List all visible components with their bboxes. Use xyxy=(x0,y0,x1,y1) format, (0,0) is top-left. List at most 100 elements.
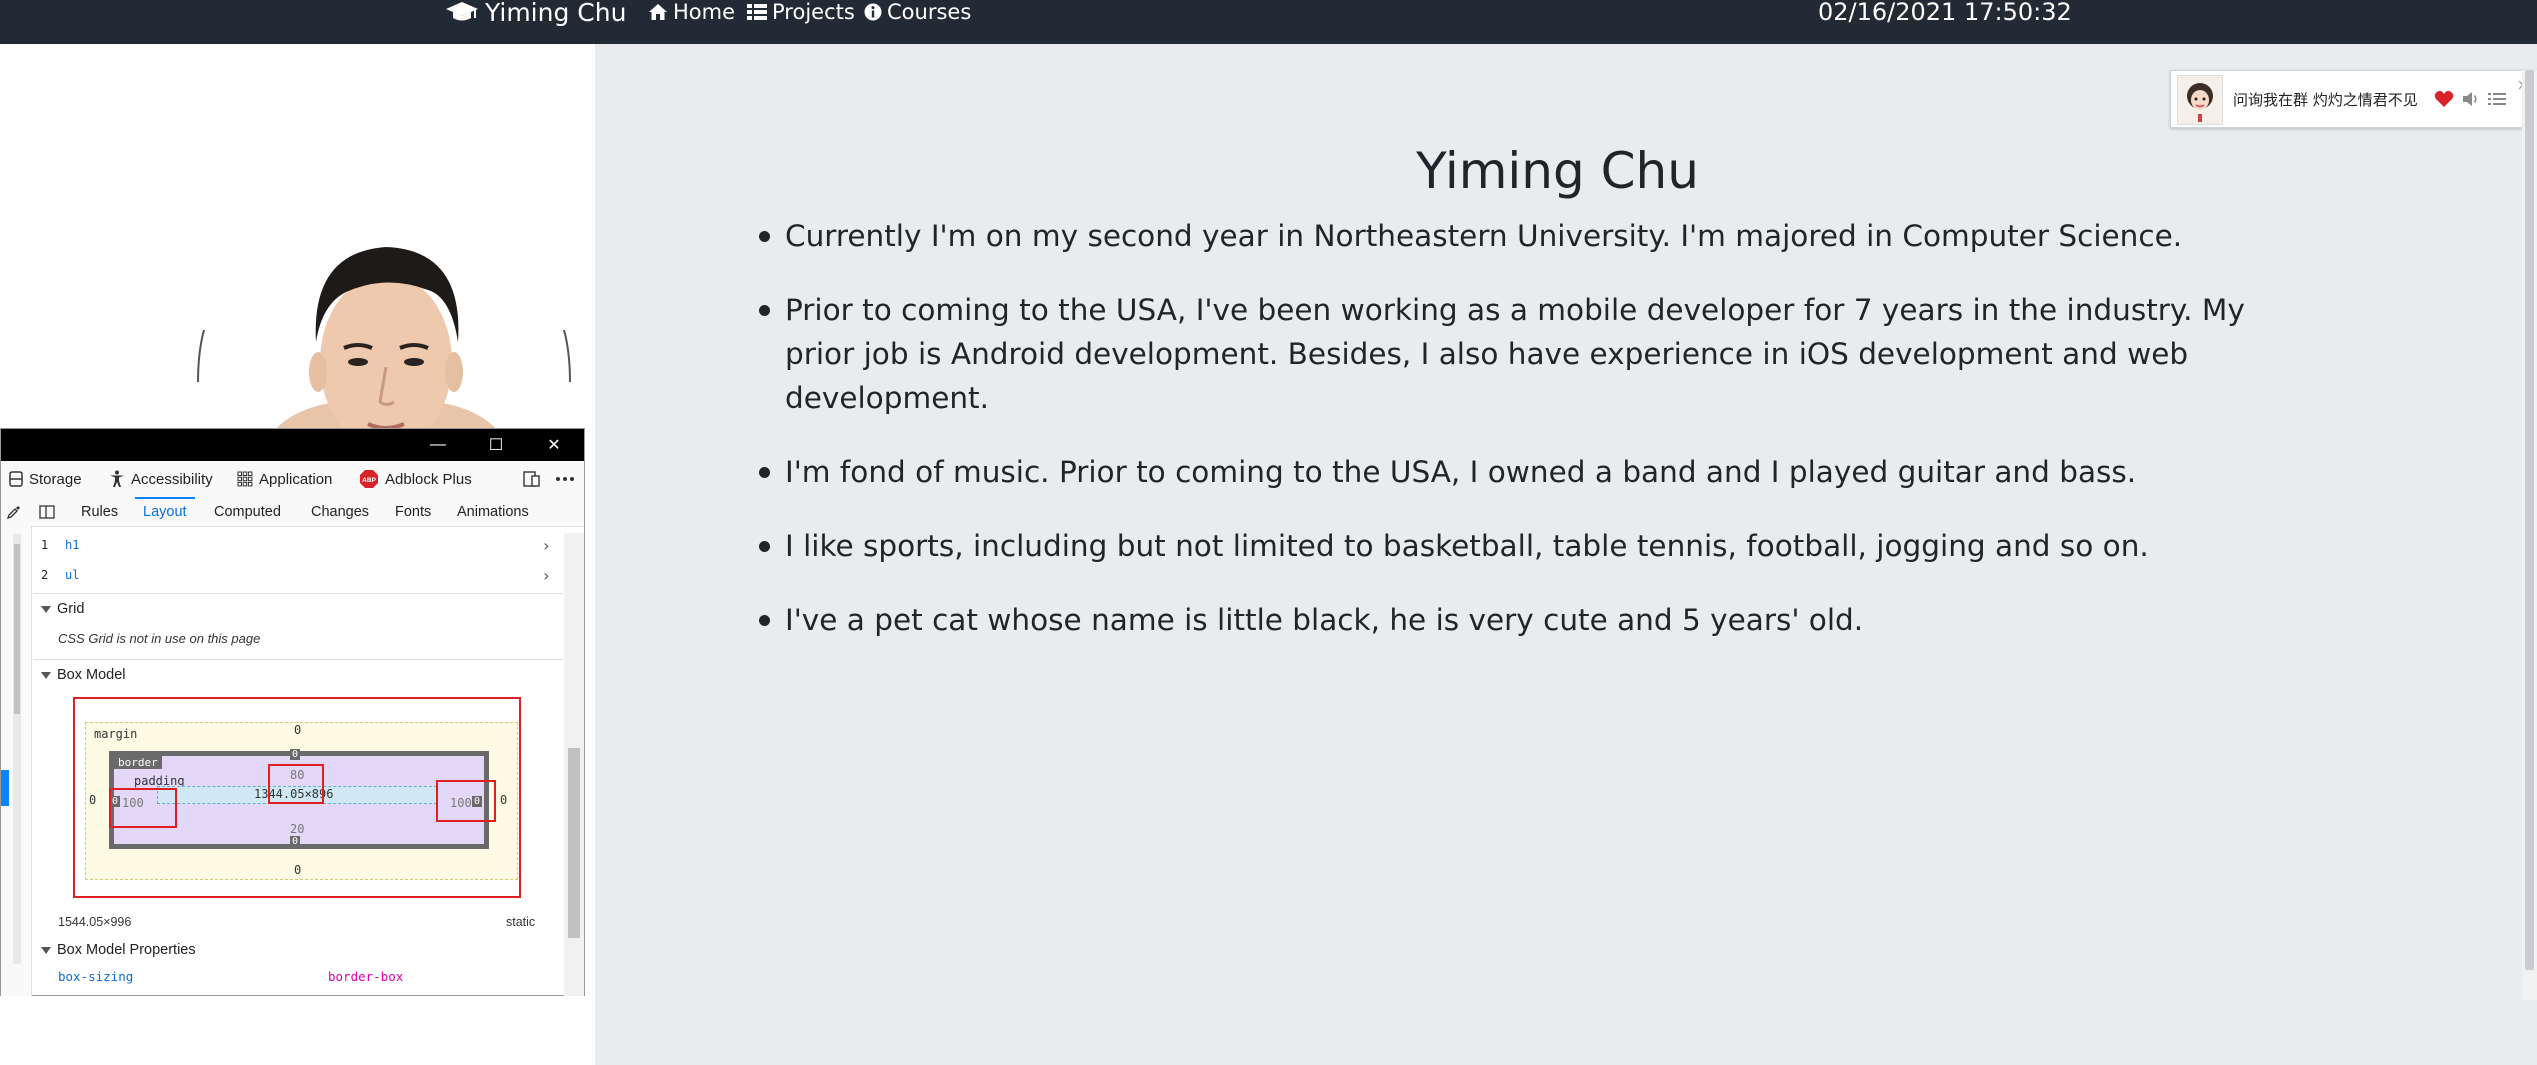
inspector-subtabs: Rules Layout Computed Changes Fonts Anim… xyxy=(1,497,584,527)
margin-right-value[interactable]: 0 xyxy=(500,793,507,807)
tree-row-number: 1 xyxy=(41,538,49,552)
list-item: Prior to coming to the USA, I've been wo… xyxy=(759,288,2319,420)
gutter-scrollbar[interactable] xyxy=(13,534,21,964)
nav-home-label: Home xyxy=(673,0,736,24)
tab-fonts[interactable]: Fonts xyxy=(395,497,431,526)
responsive-design-button[interactable] xyxy=(523,461,547,497)
more-dots-icon xyxy=(556,477,574,481)
border-bottom-value[interactable]: 0 xyxy=(290,836,301,847)
devtools-scrollbar-thumb[interactable] xyxy=(568,748,580,938)
accessibility-icon xyxy=(110,470,124,487)
tab-storage[interactable]: Storage xyxy=(9,461,82,497)
top-navbar: Yiming Chu Home Projects Courses 02/16/2… xyxy=(0,0,2537,44)
graduation-cap-icon xyxy=(446,2,478,21)
annotation-box xyxy=(268,764,324,804)
border-top-value[interactable]: 0 xyxy=(290,749,301,760)
property-name: box-sizing xyxy=(58,969,134,984)
box-model-properties-header[interactable]: Box Model Properties xyxy=(33,935,563,965)
main-content: Yiming Chu Currently I'm on my second ye… xyxy=(595,44,2537,1065)
margin-top-value[interactable]: 0 xyxy=(294,723,301,737)
selection-marker xyxy=(1,770,9,806)
list-item: I like sports, including but not limited… xyxy=(759,524,2319,568)
application-grid-icon xyxy=(237,471,253,487)
border-label: border xyxy=(114,756,162,769)
brand-link[interactable]: Yiming Chu xyxy=(445,0,627,27)
nav-courses[interactable]: Courses xyxy=(864,0,971,24)
tree-row-tag: h1 xyxy=(65,538,80,552)
nav-projects-label: Projects xyxy=(772,0,855,24)
tab-animations[interactable]: Animations xyxy=(457,497,529,526)
margin-label: margin xyxy=(94,727,138,741)
tab-adblock-plus-label: Adblock Plus xyxy=(385,470,472,488)
tab-rules[interactable]: Rules xyxy=(81,497,118,526)
annotation-box xyxy=(436,780,496,822)
devtools-toolbar: Storage Accessibility Application ABP Ad… xyxy=(1,461,584,498)
page-title: Yiming Chu xyxy=(1416,142,1699,200)
toggle-sidebar-button[interactable] xyxy=(39,497,55,526)
eyedropper-icon xyxy=(7,505,20,519)
tab-accessibility[interactable]: Accessibility xyxy=(109,461,213,497)
tree-row-tag: ul xyxy=(65,568,80,582)
grid-note: CSS Grid is not in use on this page xyxy=(58,631,261,646)
scrollbar-thumb[interactable] xyxy=(2525,70,2534,970)
nav-projects[interactable]: Projects xyxy=(747,0,855,24)
tab-adblock-plus[interactable]: ABP Adblock Plus xyxy=(359,461,472,497)
box-model-section-label: Box Model xyxy=(57,667,126,683)
nav-home[interactable]: Home xyxy=(648,0,735,24)
tab-layout[interactable]: Layout xyxy=(135,497,195,526)
box-model-section-header[interactable]: Box Model xyxy=(33,659,563,690)
list-item: I'm fond of music. Prior to coming to th… xyxy=(759,450,2319,494)
list-icon xyxy=(747,4,767,20)
devtools-scrollbar[interactable] xyxy=(564,533,584,996)
datetime-display: 02/16/2021 17:50:32 xyxy=(1818,0,2072,26)
tab-computed[interactable]: Computed xyxy=(214,497,281,526)
property-value[interactable]: border-box xyxy=(328,969,403,984)
list-item: Currently I'm on my second year in North… xyxy=(759,214,2319,258)
album-cover[interactable] xyxy=(2177,75,2223,125)
margin-bottom-value[interactable]: 0 xyxy=(294,863,301,877)
chevron-right-icon[interactable]: › xyxy=(541,536,551,555)
responsive-design-icon xyxy=(523,471,540,487)
tab-application[interactable]: Application xyxy=(237,461,332,497)
home-icon xyxy=(649,4,667,20)
minimize-button[interactable]: — xyxy=(409,429,467,461)
info-circle-icon xyxy=(864,3,882,21)
margin-left-value[interactable]: 0 xyxy=(89,793,96,807)
chevron-down-icon xyxy=(41,671,51,679)
song-title: 问询我在群 灼灼之情君不见 xyxy=(2233,90,2418,109)
close-button[interactable]: ✕ xyxy=(525,429,583,461)
music-player[interactable]: 问询我在群 灼灼之情君不见 xyxy=(2170,70,2537,128)
devtools-left-gutter xyxy=(1,526,32,996)
tab-changes[interactable]: Changes xyxy=(311,497,369,526)
chevron-right-icon[interactable]: › xyxy=(541,566,551,585)
storage-icon xyxy=(9,471,23,487)
volume-icon[interactable] xyxy=(2460,88,2482,110)
more-options-button[interactable] xyxy=(555,461,581,497)
tab-accessibility-label: Accessibility xyxy=(131,470,213,488)
adblock-plus-icon: ABP xyxy=(360,470,378,488)
grid-section-header[interactable]: Grid xyxy=(33,593,563,624)
tree-row-number: 2 xyxy=(41,568,49,582)
padding-bottom-value[interactable]: 20 xyxy=(290,822,304,836)
maximize-button[interactable]: ☐ xyxy=(467,429,525,461)
page-scrollbar[interactable] xyxy=(2522,70,2537,1000)
annotation-box xyxy=(109,788,177,828)
tree-row[interactable]: 2 ul › xyxy=(41,562,551,588)
devtools-titlebar[interactable]: — ☐ ✕ xyxy=(1,429,584,461)
heart-icon[interactable] xyxy=(2433,88,2455,110)
sidebar-toggle-icon xyxy=(39,504,55,519)
chevron-down-icon xyxy=(41,946,51,954)
brand-name: Yiming Chu xyxy=(485,0,627,27)
devtools-window: — ☐ ✕ Storage Accessibility Application … xyxy=(0,428,585,996)
tree-row[interactable]: 1 h1 › xyxy=(41,532,551,558)
list-item: I've a pet cat whose name is little blac… xyxy=(759,598,2319,642)
position-value: static xyxy=(506,915,536,929)
total-size: 1544.05×996 xyxy=(58,915,132,929)
playlist-icon[interactable] xyxy=(2487,88,2509,110)
bio-list: Currently I'm on my second year in North… xyxy=(759,214,2319,672)
gutter-scrollbar-thumb[interactable] xyxy=(14,544,20,714)
nav-courses-label: Courses xyxy=(887,0,972,24)
tab-storage-label: Storage xyxy=(29,470,82,488)
eyedropper-button[interactable] xyxy=(7,497,21,526)
chevron-down-icon xyxy=(41,605,51,613)
